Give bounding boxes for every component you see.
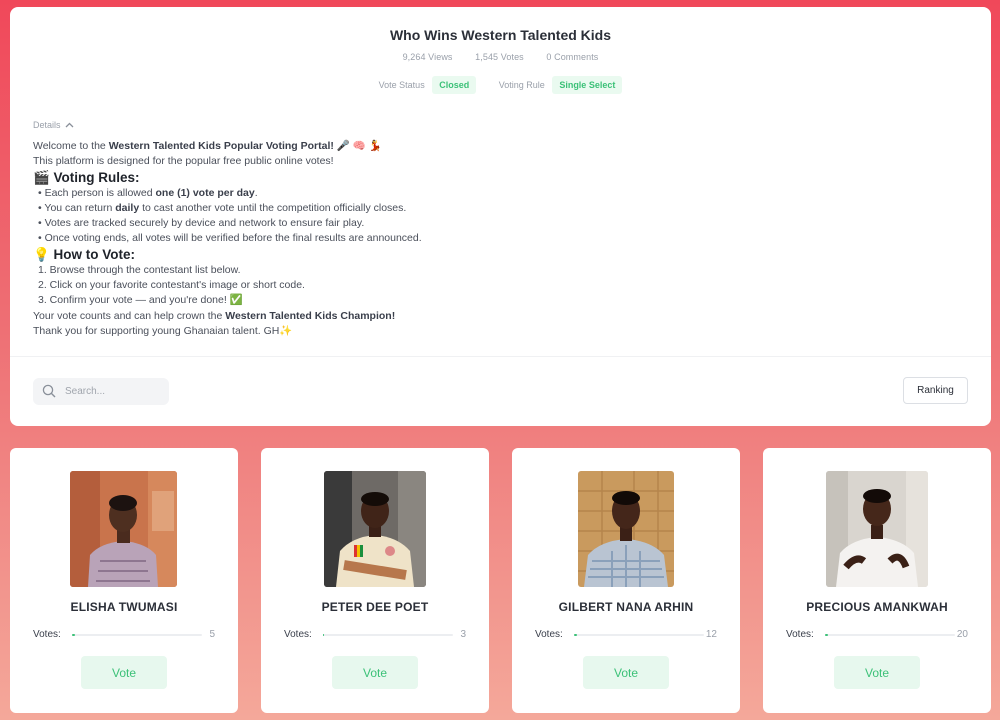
votes-total: 1,545 Votes [475, 52, 524, 62]
voting-rule-label: Voting Rule [498, 80, 545, 90]
contestant-card: PRECIOUS AMANKWAH Votes: 20 Vote [763, 448, 991, 713]
ranking-button[interactable]: Ranking [903, 377, 968, 404]
vote-status-badge: Closed [432, 76, 477, 94]
rule-2: • You can return daily to cast another v… [33, 201, 422, 216]
vote-status-label: Vote Status [378, 80, 425, 90]
rule-1-end: . [254, 186, 258, 199]
search-icon [42, 384, 56, 398]
champion-bold: Western Talented Kids Champion! [225, 309, 396, 322]
rule-1-bold: one (1) vote per day [155, 186, 255, 199]
crown-text: Your vote counts and can help crown the [33, 309, 226, 322]
search-box[interactable] [33, 378, 169, 405]
divider [10, 356, 991, 357]
votes-count: 12 [705, 629, 717, 640]
contestant-name: PRECIOUS AMANKWAH [806, 600, 948, 614]
welcome-prefix: Welcome to the [33, 140, 109, 152]
voting-rule-badge: Single Select [552, 76, 623, 94]
step-1: 1. Browse through the contestant list be… [38, 263, 241, 276]
rule-1-text: • Each person is allowed [38, 186, 156, 199]
rule-2-text: • You can return [38, 201, 116, 214]
crown-line: Your vote counts and can help crown the … [33, 309, 422, 324]
votes-label: Votes: [33, 629, 61, 640]
voting-rule: Voting Rule Single Select [499, 76, 623, 94]
contestant-name: GILBERT NANA ARHIN [558, 600, 694, 614]
votes-progress-bar [825, 634, 955, 636]
contestant-photo[interactable] [70, 471, 177, 587]
how-to-heading: 💡 How to Vote: [33, 246, 136, 262]
votes-progress-fill [72, 634, 75, 636]
contestant-photo[interactable] [826, 471, 928, 587]
rule-1: • Each person is allowed one (1) vote pe… [33, 186, 422, 201]
votes-progress-fill [323, 634, 325, 636]
votes-progress-bar [323, 634, 453, 636]
rule-2-bold: daily [115, 201, 140, 214]
vote-button[interactable]: Vote [583, 656, 669, 689]
step-2: 2. Click on your favorite contestant's i… [38, 279, 305, 292]
details-toggle[interactable]: Details [33, 120, 74, 130]
rule-3: • Votes are tracked securely by device a… [38, 217, 365, 230]
comments-count: 0 Comments [546, 52, 599, 62]
contestant-name: ELISHA TWUMASI [70, 600, 178, 614]
contestant-card: GILBERT NANA ARHIN Votes: 12 Vote [512, 448, 740, 713]
votes-label: Votes: [535, 629, 563, 640]
vote-status: Vote Status Closed [379, 76, 477, 94]
rule-2-end: to cast another vote until the competiti… [139, 201, 407, 214]
votes-progress-fill [825, 634, 828, 636]
intro-line: This platform is designed for the popula… [33, 155, 334, 168]
vote-button[interactable]: Vote [834, 656, 920, 689]
rule-4: • Once voting ends, all votes will be ve… [38, 232, 422, 245]
contestant-name: PETER DEE POET [321, 600, 429, 614]
welcome-line: Welcome to the Western Talented Kids Pop… [33, 139, 422, 154]
poll-title: Who Wins Western Talented Kids [389, 27, 612, 43]
thanks-line: Thank you for supporting young Ghanaian … [33, 324, 293, 337]
votes-progress-bar [72, 634, 202, 636]
poll-header-card: Who Wins Western Talented Kids 9,264 Vie… [10, 7, 991, 426]
contestant-card: PETER DEE POET Votes: 3 Vote [261, 448, 489, 713]
votes-count: 3 [460, 629, 466, 640]
votes-label: Votes: [284, 629, 312, 640]
poll-stats: 9,264 Views 1,545 Votes 0 Comments [10, 52, 991, 62]
votes-progress-bar [574, 634, 704, 636]
portal-name: Western Talented Kids Popular Voting Por… [108, 140, 334, 152]
votes-progress-fill [574, 634, 577, 636]
contestant-photo[interactable] [578, 471, 674, 587]
welcome-emoji: 🎤 🧠 💃 [336, 140, 382, 152]
contestant-card: ELISHA TWUMASI Votes: 5 Vote [10, 448, 238, 713]
search-input[interactable] [65, 378, 165, 405]
contestant-photo[interactable] [324, 471, 426, 587]
rules-heading: 🎬 Voting Rules: [33, 169, 140, 185]
votes-label: Votes: [786, 629, 814, 640]
poll-status-row: Vote Status Closed Voting Rule Single Se… [10, 76, 991, 94]
vote-button[interactable]: Vote [81, 656, 167, 689]
step-3: 3. Confirm your vote — and you're done! … [38, 294, 243, 307]
views-count: 9,264 Views [402, 52, 453, 62]
details-content: Welcome to the Western Talented Kids Pop… [33, 139, 422, 339]
vote-button[interactable]: Vote [332, 656, 418, 689]
details-toggle-label: Details [33, 120, 61, 130]
votes-count: 5 [209, 629, 215, 640]
chevron-up-icon [65, 120, 74, 130]
votes-count: 20 [956, 629, 968, 640]
